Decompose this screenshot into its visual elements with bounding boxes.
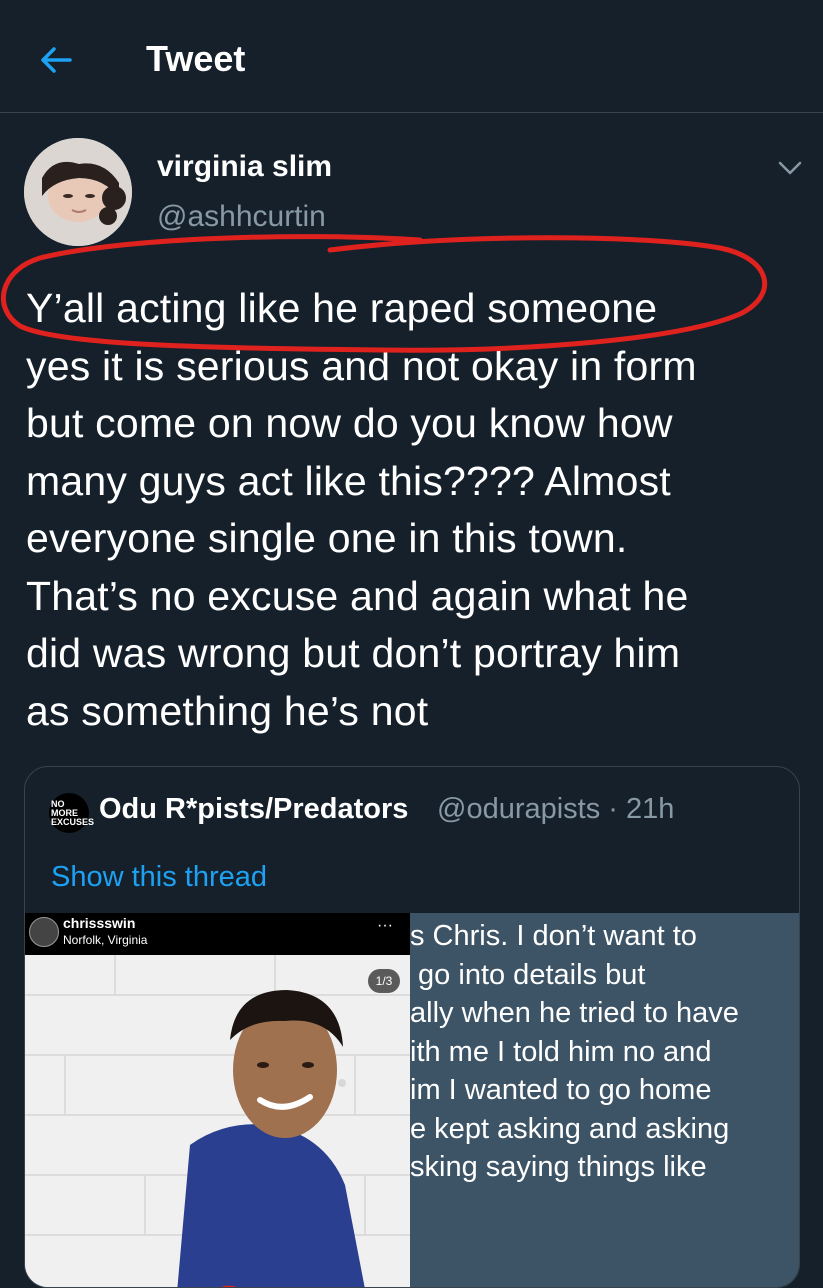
show-thread-link[interactable]: Show this thread [51,861,267,894]
quoted-media-story-text[interactable]: s Chris. I don’t want to go into details… [410,913,799,1287]
quoted-media-instagram[interactable]: chrissswin Norfolk, Virginia ··· 1/3 [25,913,410,1287]
arrow-left-icon[interactable] [36,40,76,80]
quoted-author-name[interactable]: Odu R*pists/Predators [99,793,408,826]
author-handle[interactable]: @ashhcurtin [157,200,326,234]
chevron-down-icon[interactable] [774,152,806,184]
page-title: Tweet [146,38,246,79]
photo [25,955,410,1287]
story-screenshot-text: s Chris. I don’t want to go into details… [410,920,739,1183]
no-more-excuses-logo: NO MORE EXCUSES [49,793,94,833]
tweet-body-text: Y’all acting like he raped someone yes i… [26,285,697,734]
quoted-tweet-card[interactable]: NO MORE EXCUSES Odu R*pists/Predators @odu… [24,766,800,1288]
avatar[interactable] [24,138,132,246]
instagram-post-header: chrissswin Norfolk, Virginia ··· [25,913,410,955]
avatar-photo [24,138,132,246]
top-app-bar: Tweet [0,0,823,113]
more-options-icon: ··· [377,917,393,934]
carousel-page-badge: 1/3 [368,969,400,993]
quoted-handle-time: @odurapists · 21h [437,793,675,825]
instagram-avatar [29,917,59,947]
instagram-username: chrissswin [63,915,136,931]
author-display-name[interactable]: virginia slim [157,150,332,184]
instagram-location: Norfolk, Virginia [63,933,148,947]
